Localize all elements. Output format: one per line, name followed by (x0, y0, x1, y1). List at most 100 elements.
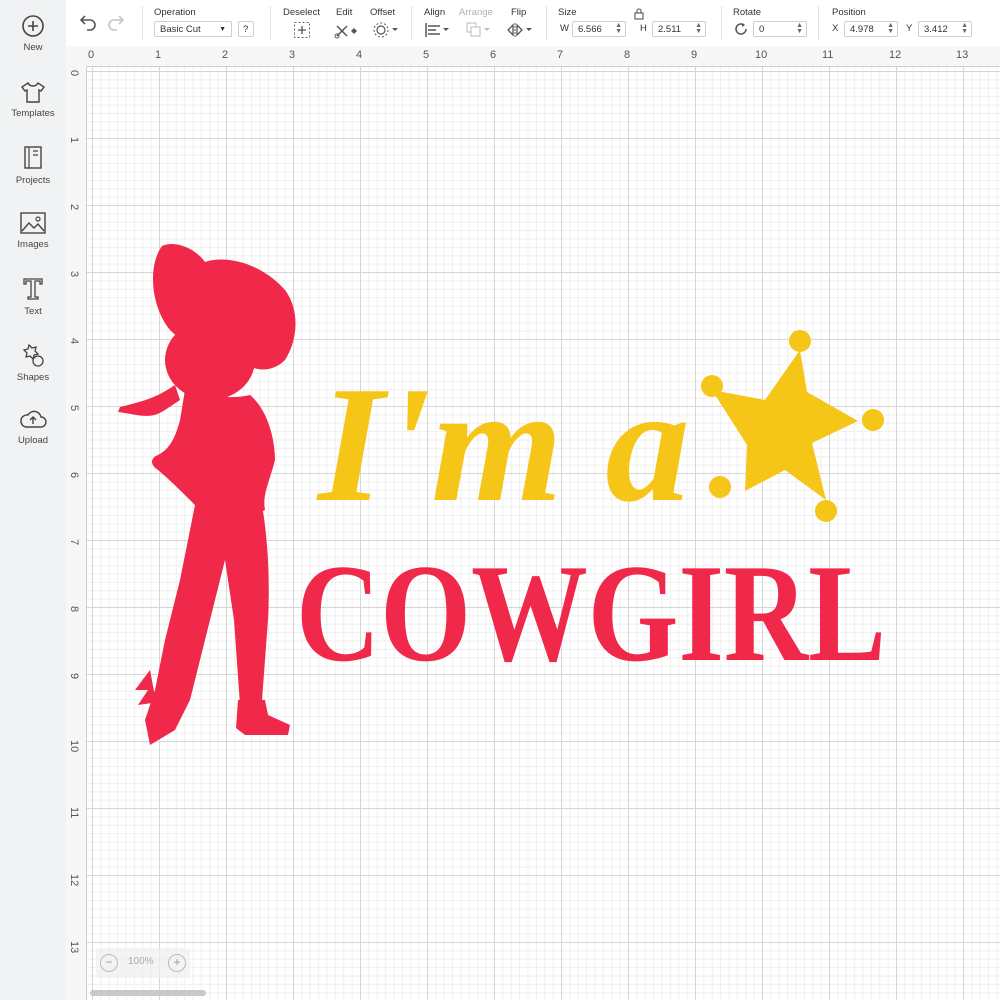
ruler-tick-label: 0 (88, 49, 95, 61)
sidebar-item-label: Shapes (16, 372, 50, 383)
position-y-value: 3.412 (924, 24, 948, 35)
operation-value: Basic Cut (160, 24, 201, 35)
offset-group[interactable]: Offset (370, 0, 400, 46)
ruler-tick-label: 8 (624, 49, 631, 61)
edit-label: Edit (336, 7, 353, 18)
rotate-value: 0 (759, 24, 765, 35)
sidebar-item-shapes[interactable]: Shapes (0, 342, 66, 383)
lock-icon[interactable] (634, 8, 644, 20)
sidebar-item-label: Text (24, 306, 42, 317)
width-stepper[interactable]: ▲ ▼ (615, 22, 622, 35)
rotate-stepper[interactable]: ▲ ▼ (796, 22, 803, 35)
scissors-pencil-icon[interactable] (334, 21, 362, 39)
redo-icon[interactable] (106, 12, 126, 32)
ruler-tick-label: 7 (68, 539, 80, 546)
cowgirl-silhouette[interactable] (118, 243, 296, 745)
flip-icon[interactable] (506, 21, 534, 39)
sidebar-item-label: Images (17, 239, 49, 250)
cloud-upload-icon (20, 410, 47, 428)
sidebar-item-projects[interactable]: Projects (0, 145, 66, 186)
align-icon[interactable] (424, 21, 452, 39)
rotate-label: Rotate (733, 7, 761, 18)
arrange-label: Arrange (459, 7, 493, 18)
ruler-tick-label: 4 (68, 338, 80, 345)
position-label: Position (832, 7, 866, 18)
ruler-tick-label: 3 (68, 271, 80, 278)
edit-group[interactable]: Edit (334, 0, 364, 46)
sheriff-star-icon[interactable] (701, 330, 884, 522)
flip-group[interactable]: Flip (506, 0, 538, 46)
operation-group: Operation Basic Cut ▼ ? (154, 0, 264, 46)
notebook-icon (24, 146, 42, 169)
deselect-icon[interactable] (293, 21, 311, 39)
zoom-level: 100% (128, 956, 154, 967)
headline-cowgirl[interactable]: COWGIRL (296, 536, 886, 691)
toolbar-divider (721, 6, 722, 40)
ruler-tick-label: 9 (691, 49, 698, 61)
operation-select[interactable]: Basic Cut ▼ (154, 21, 232, 37)
align-group[interactable]: Align (424, 0, 454, 46)
ruler-tick-label: 1 (68, 137, 80, 144)
ruler-tick-label: 4 (356, 49, 363, 61)
sidebar-item-new[interactable]: New (0, 14, 66, 53)
position-x-input[interactable]: 4.978 ▲ ▼ (844, 21, 898, 37)
position-x-value: 4.978 (850, 24, 874, 35)
ruler-tick-label: 6 (68, 472, 80, 479)
offset-icon[interactable] (372, 21, 400, 39)
height-stepper[interactable]: ▲ ▼ (695, 22, 702, 35)
toolbar-divider (142, 6, 143, 40)
ruler-tick-label: 2 (222, 49, 229, 61)
ruler-horizontal: 0 1 2 3 4 5 6 7 8 9 10 11 12 13 (66, 46, 1000, 67)
size-group: Size W 6.566 ▲ ▼ H 2.511 ▲ ▼ (558, 0, 728, 46)
help-button[interactable]: ? (238, 21, 254, 37)
zoom-control: − 100% + (96, 948, 190, 978)
offset-label: Offset (370, 7, 396, 18)
design-canvas[interactable]: I'm a COWGIRL (87, 67, 1000, 1000)
rotate-input[interactable]: 0 ▲ ▼ (753, 21, 807, 37)
ruler-tick-label: 0 (68, 70, 80, 77)
operation-label: Operation (154, 7, 196, 18)
chevron-down-icon: ▼ (219, 26, 226, 33)
sidebar-item-label: Projects (15, 175, 51, 186)
sidebar-item-label: Upload (17, 435, 49, 446)
ruler-tick-label: 10 (755, 49, 768, 61)
ruler-tick-label: 5 (68, 405, 80, 412)
design-artwork[interactable]: I'm a COWGIRL (87, 67, 1000, 1000)
sidebar-item-templates[interactable]: Templates (0, 80, 66, 119)
toolbar-divider (411, 6, 412, 40)
width-letter: W (560, 23, 569, 34)
horizontal-scrollbar[interactable] (90, 990, 206, 996)
sidebar-item-text[interactable]: Text (0, 276, 66, 317)
position-y-input[interactable]: 3.412 ▲ ▼ (918, 21, 972, 37)
left-sidebar: New Templates Projects Images Text Shape… (0, 0, 67, 1000)
arrange-icon[interactable] (465, 21, 493, 39)
height-input[interactable]: 2.511 ▲ ▼ (652, 21, 706, 37)
ruler-tick-label: 13 (68, 941, 80, 954)
sidebar-item-images[interactable]: Images (0, 211, 66, 250)
height-value: 2.511 (658, 24, 682, 35)
ruler-tick-label: 7 (557, 49, 564, 61)
zoom-out-button[interactable]: − (100, 954, 118, 972)
sidebar-item-upload[interactable]: Upload (0, 407, 66, 446)
deselect-label: Deselect (283, 7, 320, 18)
plus-circle-icon (22, 15, 44, 37)
deselect-group[interactable]: Deselect (283, 0, 323, 46)
y-letter: Y (906, 23, 913, 34)
zoom-in-button[interactable]: + (168, 954, 186, 972)
ruler-tick-label: 12 (68, 874, 80, 887)
undo-icon[interactable] (78, 12, 98, 32)
sidebar-item-label: New (23, 42, 43, 53)
position-group: Position X 4.978 ▲ ▼ Y 3.412 ▲ ▼ (832, 0, 1000, 46)
width-input[interactable]: 6.566 ▲ ▼ (572, 21, 626, 37)
position-x-stepper[interactable]: ▲ ▼ (887, 22, 894, 35)
arrange-group[interactable]: Arrange (459, 0, 499, 46)
ruler-tick-label: 2 (68, 204, 80, 211)
ruler-tick-label: 12 (889, 49, 902, 61)
top-toolbar: Operation Basic Cut ▼ ? Deselect Edit Of… (66, 0, 1000, 47)
image-icon (20, 212, 46, 234)
text-icon (23, 278, 43, 300)
sidebar-item-label: Templates (11, 108, 55, 119)
headline-im-a[interactable]: I'm a (316, 352, 690, 536)
toolbar-divider (270, 6, 271, 40)
position-y-stepper[interactable]: ▲ ▼ (961, 22, 968, 35)
